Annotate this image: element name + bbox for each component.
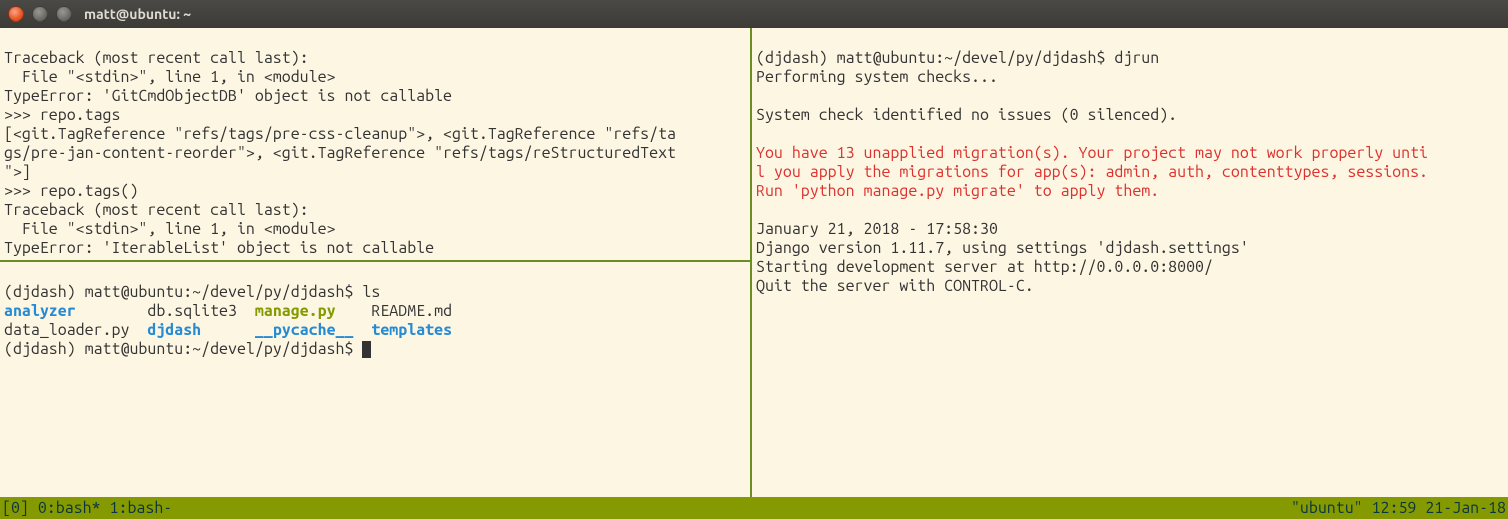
dir-entry: __pycache__ xyxy=(255,321,354,339)
output-line: TypeError: 'GitCmdObjectDB' object is no… xyxy=(4,87,452,105)
window-titlebar: matt@ubuntu: ~ xyxy=(0,0,1508,28)
output-line: January 21, 2018 - 17:58:30 xyxy=(756,220,998,238)
window-title: matt@ubuntu: ~ xyxy=(84,6,191,22)
dir-entry: templates xyxy=(371,321,452,339)
ls-row: analyzer db.sqlite3 manage.py README.md xyxy=(4,302,452,320)
output-line: File "<stdin>", line 1, in <module> xyxy=(4,68,336,86)
output-line: >>> repo.tags() xyxy=(4,182,138,200)
output-line: gs/pre-jan-content-reorder">, <git.TagRe… xyxy=(4,144,676,162)
output-line: Quit the server with CONTROL-C. xyxy=(756,277,1034,295)
error-line: You have 13 unapplied migration(s). Your… xyxy=(756,144,1428,162)
pane-right[interactable]: (djdash) matt@ubuntu:~/devel/py/djdash$ … xyxy=(752,28,1508,497)
close-icon[interactable] xyxy=(8,6,24,22)
output-line: Performing system checks... xyxy=(756,68,998,86)
dir-entry: analyzer xyxy=(4,302,76,320)
ls-row: data_loader.py djdash __pycache__ templa… xyxy=(4,321,452,339)
error-line: Run 'python manage.py migrate' to apply … xyxy=(756,182,1159,200)
tmux-statusbar: [0] 0:bash* 1:bash- "ubuntu" 12:59 21-Ja… xyxy=(0,497,1508,519)
output-line: Django version 1.11.7, using settings 'd… xyxy=(756,239,1249,257)
output-line: File "<stdin>", line 1, in <module> xyxy=(4,220,336,238)
output-line: ">] xyxy=(4,163,31,181)
prompt-line: (djdash) matt@ubuntu:~/devel/py/djdash$ xyxy=(4,340,371,358)
status-left: [0] 0:bash* 1:bash- xyxy=(2,497,172,519)
cursor-icon xyxy=(362,341,371,358)
status-right: "ubuntu" 12:59 21-Jan-18 xyxy=(1291,497,1506,519)
file-entry: db.sqlite3 xyxy=(147,302,237,320)
minimize-icon[interactable] xyxy=(32,6,48,22)
prompt-line: (djdash) matt@ubuntu:~/devel/py/djdash$ … xyxy=(756,49,1159,67)
output-line: Traceback (most recent call last): xyxy=(4,201,309,219)
window-controls xyxy=(8,6,72,22)
prompt-line: (djdash) matt@ubuntu:~/devel/py/djdash$ … xyxy=(4,283,380,301)
output-line: TypeError: 'IterableList' object is not … xyxy=(4,239,434,257)
output-line: Starting development server at http://0.… xyxy=(756,258,1213,276)
file-entry: README.md xyxy=(371,302,452,320)
dir-entry: djdash xyxy=(147,321,201,339)
error-line: l you apply the migrations for app(s): a… xyxy=(756,163,1428,181)
output-line: >>> repo.tags xyxy=(4,106,120,124)
file-entry: data_loader.py xyxy=(4,321,129,339)
output-line: System check identified no issues (0 sil… xyxy=(756,106,1177,124)
pane-bottom-left[interactable]: (djdash) matt@ubuntu:~/devel/py/djdash$ … xyxy=(0,262,752,497)
exec-entry: manage.py xyxy=(255,302,336,320)
output-line: Traceback (most recent call last): xyxy=(4,49,309,67)
terminal[interactable]: Traceback (most recent call last): File … xyxy=(0,28,1508,519)
maximize-icon[interactable] xyxy=(56,6,72,22)
output-line: [<git.TagReference "refs/tags/pre-css-cl… xyxy=(4,125,676,143)
pane-top-left[interactable]: Traceback (most recent call last): File … xyxy=(0,28,752,262)
